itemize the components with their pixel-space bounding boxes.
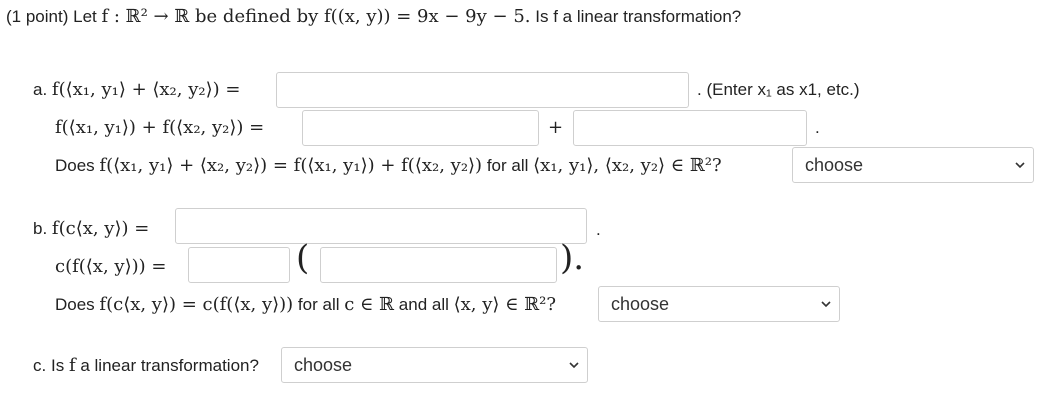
points-label: (1 point) [6,7,69,26]
plus-sign: + [548,117,564,138]
part-b-question-mid2: and all [398,295,449,314]
answer-input-b1[interactable] [175,208,587,244]
answer-input-b3[interactable] [320,247,557,283]
header-question: Is f a linear transformation? [535,7,742,26]
part-c-select-value: choose [294,354,353,375]
function-definition: f : ℝ² → ℝ be defined by f((x, y)) = 9x … [101,6,531,27]
part-b-question-expr: f(c⟨x, y⟩) = c(f(⟨x, y⟩)) [99,294,294,315]
part-a-question-mid: for all [486,156,529,175]
part-b-select-value: choose [611,293,670,314]
part-a-question-pre: Does [55,156,95,175]
part-a-line2-expr: f(⟨x₁, y₁⟩) + f(⟨x₂, y₂⟩) = [55,117,265,138]
part-a-period: . [815,118,820,137]
part-a-hint: . (Enter x₁ as x1, etc.) [697,80,860,99]
part-b-label: b. [33,219,48,238]
part-a-label: a. [33,80,48,99]
part-b-line1-expr: f(c⟨x, y⟩) = [51,218,150,239]
part-b-question-expr2: c ∈ ℝ [344,294,395,315]
part-c-question-post: a linear transformation? [80,356,259,375]
part-a-question-expr2: ⟨x₁, y₁⟩, ⟨x₂, y₂⟩ ∈ ℝ²? [533,155,722,176]
answer-input-a2[interactable] [302,110,539,146]
part-b-select[interactable]: choose [598,286,840,322]
part-a-line1-expr: f(⟨x₁, y₁⟩ + ⟨x₂, y₂⟩) = [51,79,241,100]
answer-input-a1[interactable] [276,72,689,108]
problem-header: (1 point) Let f : ℝ² → ℝ be defined by f… [6,6,741,27]
part-b-question-pre: Does [55,295,95,314]
part-b-question: Does f(c⟨x, y⟩) = c(f(⟨x, y⟩)) for all c… [55,294,556,315]
part-b-period: . [596,220,601,239]
close-paren: ). [560,238,585,278]
part-a-line1: a. f(⟨x₁, y₁⟩ + ⟨x₂, y₂⟩) = [33,79,240,100]
part-c-question: c. Is f a linear transformation? [33,355,259,376]
answer-input-b2[interactable] [188,247,290,283]
part-c-label: c. [33,356,47,375]
chevron-down-icon [821,301,831,308]
part-a-select-value: choose [805,154,864,175]
part-c-question-pre: Is [50,356,65,375]
part-b-question-mid: for all [297,295,340,314]
header-let: Let [73,7,97,26]
part-a-question: Does f(⟨x₁, y₁⟩ + ⟨x₂, y₂⟩) = f(⟨x₁, y₁⟩… [55,155,722,176]
answer-input-a3[interactable] [573,110,807,146]
part-c-select[interactable]: choose [281,347,588,383]
part-c-question-expr: f [68,355,76,376]
part-b-question-expr3: ⟨x, y⟩ ∈ ℝ²? [453,294,557,315]
part-b-line1: b. f(c⟨x, y⟩) = [33,218,149,239]
open-paren: ( [296,238,310,278]
chevron-down-icon [1015,162,1025,169]
chevron-down-icon [569,362,579,369]
part-a-select[interactable]: choose [792,147,1034,183]
part-a-question-expr: f(⟨x₁, y₁⟩ + ⟨x₂, y₂⟩) = f(⟨x₁, y₁⟩) + f… [99,155,483,176]
part-b-line2-expr: c(f(⟨x, y⟩)) = [55,256,167,277]
